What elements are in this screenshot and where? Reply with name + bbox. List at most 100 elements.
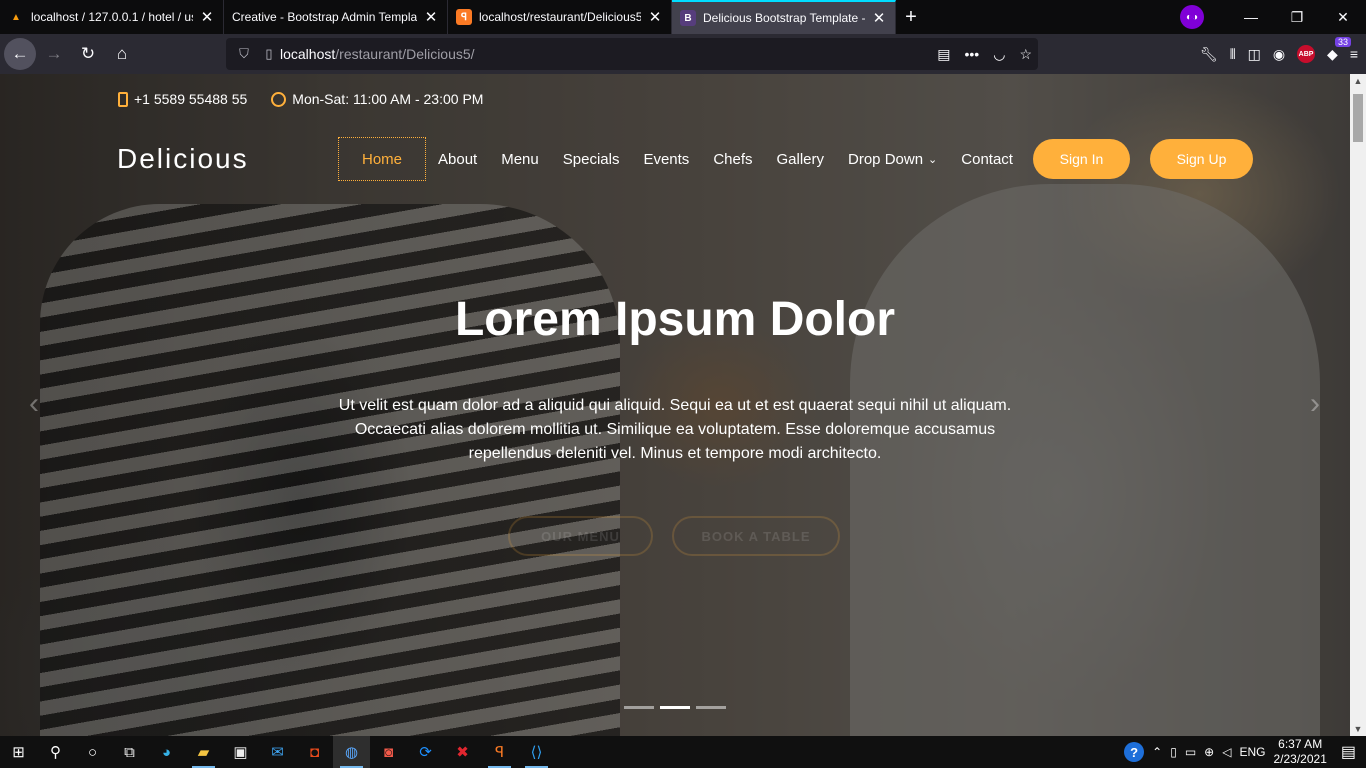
chevron-up-icon[interactable]: ⌃ xyxy=(1152,745,1162,759)
close-tab-icon[interactable]: ✕ xyxy=(199,8,215,26)
chevron-down-icon: ⌄ xyxy=(928,153,938,166)
clock-icon xyxy=(271,91,287,107)
extension-icon[interactable]: ◆ 33 xyxy=(1327,36,1352,63)
contact-topbar: +1 5589 55488 55 Mon-Sat: 11:00 AM - 23:… xyxy=(118,91,483,107)
battery-icon[interactable]: ▭ xyxy=(1185,745,1196,759)
account-icon[interactable]: ◉ xyxy=(1273,46,1285,63)
nav-dropdown-label: Drop Down xyxy=(848,150,924,168)
windows-taskbar: ⊞ ⚲ ○ ⧉ ◕ ▰ ▣ ✉ ◘ ◍ ◙ ⟳ ✖ ꟼ ⟨⟩ ? ⌃ ▯ ▭ ⊕… xyxy=(0,736,1366,768)
notifications-icon[interactable]: ▤ xyxy=(1341,742,1356,762)
minimize-button[interactable]: — xyxy=(1228,0,1274,34)
close-window-button[interactable]: ✕ xyxy=(1320,0,1366,34)
hero-text: Ut velit est quam dolor ad a aliquid qui… xyxy=(338,397,1012,462)
hero-title: Lorem Ipsum Dolor xyxy=(454,293,896,346)
store-icon[interactable]: ▣ xyxy=(222,736,259,768)
browser-tab-xampp[interactable]: ꟼ localhost/restaurant/Delicious5 ✕ xyxy=(448,0,672,34)
phone-link-icon[interactable]: ▯ xyxy=(1170,745,1177,759)
url-bar[interactable]: ⛉ ▯ localhost/restaurant/Delicious5/ ▤ •… xyxy=(226,38,1038,70)
carousel-prev-icon[interactable]: ‹ xyxy=(14,384,54,424)
menu-hamburger-icon[interactable]: ≡ xyxy=(1350,46,1358,62)
carousel-indicators xyxy=(624,706,726,709)
private-mask-icon: ◐◑ xyxy=(1180,5,1204,29)
carousel-indicator[interactable] xyxy=(696,706,726,709)
window-controls: ◐◑ — ❐ ✕ xyxy=(1180,0,1366,34)
nav-dropdown[interactable]: Drop Down ⌄ xyxy=(836,137,949,181)
adblock-plus-icon[interactable]: ABP xyxy=(1297,45,1316,63)
task-view-icon[interactable]: ⧉ xyxy=(111,736,148,768)
close-tab-icon[interactable]: ✕ xyxy=(647,8,663,26)
sign-in-button[interactable]: Sign In xyxy=(1032,139,1130,179)
mail-icon[interactable]: ✉ xyxy=(259,736,296,768)
restore-button[interactable]: ❐ xyxy=(1274,0,1320,34)
tracking-protection-icon[interactable]: ⛉ xyxy=(230,46,258,62)
sidebar-icon[interactable]: ◫ xyxy=(1248,46,1261,63)
url-host: localhost xyxy=(280,46,336,62)
sync-icon[interactable]: ⟳ xyxy=(407,736,444,768)
close-tab-icon[interactable]: ✕ xyxy=(423,8,439,26)
nav-events[interactable]: Events xyxy=(631,137,701,181)
edge-icon[interactable]: ◕ xyxy=(148,736,185,768)
nav-contact[interactable]: Contact xyxy=(949,137,1025,181)
bookmark-star-icon[interactable]: ☆ xyxy=(1019,46,1032,63)
clock-time: 6:37 AM xyxy=(1278,737,1323,751)
opening-hours: Mon-Sat: 11:00 AM - 23:00 PM xyxy=(292,91,484,107)
file-explorer-icon[interactable]: ▰ xyxy=(185,736,222,768)
vscode-icon[interactable]: ⟨⟩ xyxy=(518,736,555,768)
nav-about[interactable]: About xyxy=(426,137,489,181)
office-icon[interactable]: ◘ xyxy=(296,736,333,768)
browser-tab-creative[interactable]: Creative - Bootstrap Admin Templa ✕ xyxy=(224,0,448,34)
reader-view-icon[interactable]: ▤ xyxy=(937,46,950,63)
firefox-icon[interactable]: ◍ xyxy=(333,736,370,768)
browser-tab-phpmyadmin[interactable]: ▲ localhost / 127.0.0.1 / hotel / us ✕ xyxy=(0,0,224,34)
language-indicator[interactable]: ENG xyxy=(1239,745,1265,759)
reload-button[interactable]: ↻ xyxy=(72,38,104,70)
carousel-indicator[interactable] xyxy=(660,706,690,709)
home-button[interactable]: ⌂ xyxy=(106,38,138,70)
xampp-icon[interactable]: ꟼ xyxy=(481,736,518,768)
scroll-down-icon[interactable]: ▼ xyxy=(1350,724,1366,734)
recorder-icon[interactable]: ◙ xyxy=(370,736,407,768)
page-actions-icon[interactable]: ••• xyxy=(965,46,980,62)
close-tab-icon[interactable]: ✕ xyxy=(871,9,887,27)
book-table-button[interactable]: BOOK A TABLE xyxy=(672,516,840,556)
xmind-icon[interactable]: ✖ xyxy=(444,736,481,768)
nav-gallery[interactable]: Gallery xyxy=(765,137,837,181)
nav-specials[interactable]: Specials xyxy=(551,137,632,181)
search-icon[interactable]: ⚲ xyxy=(37,736,74,768)
nav-menu[interactable]: Menu xyxy=(489,137,551,181)
phpmyadmin-icon: ▲ xyxy=(11,11,21,23)
cortana-icon[interactable]: ○ xyxy=(74,736,111,768)
network-icon[interactable]: ⊕ xyxy=(1204,745,1214,759)
site-logo[interactable]: Delicious xyxy=(117,143,249,175)
forward-button[interactable]: → xyxy=(38,38,70,70)
clock[interactable]: 6:37 AM 2/23/2021 xyxy=(1273,737,1326,767)
webpage-hero: +1 5589 55488 55 Mon-Sat: 11:00 AM - 23:… xyxy=(0,74,1350,736)
volume-icon[interactable]: ◁ xyxy=(1222,745,1231,759)
tab-title: Creative - Bootstrap Admin Templa xyxy=(232,10,417,24)
xampp-icon: ꟼ xyxy=(456,9,472,25)
browser-tab-delicious[interactable]: B Delicious Bootstrap Template - ✕ xyxy=(672,0,896,34)
sign-up-button[interactable]: Sign Up xyxy=(1149,139,1253,179)
system-tray: ? ⌃ ▯ ▭ ⊕ ◁ ENG 6:37 AM 2/23/2021 ▤ xyxy=(1124,736,1366,768)
our-menu-button[interactable]: OUR MENU xyxy=(508,516,653,556)
nav-home[interactable]: Home xyxy=(338,137,427,181)
pocket-icon[interactable]: ◡ xyxy=(993,46,1005,63)
page-info-icon[interactable]: ▯ xyxy=(258,46,280,62)
carousel-next-icon[interactable]: › xyxy=(1295,384,1335,424)
nav-chefs[interactable]: Chefs xyxy=(701,137,764,181)
tab-title: localhost / 127.0.0.1 / hotel / us xyxy=(31,10,193,24)
carousel-indicator[interactable] xyxy=(624,706,654,709)
scroll-up-icon[interactable]: ▲ xyxy=(1350,76,1366,86)
library-icon[interactable]: ⫴ xyxy=(1230,46,1236,63)
navigation-toolbar: ← → ↻ ⌂ ⛉ ▯ localhost/restaurant/Delicio… xyxy=(0,34,1366,74)
developer-wrench-icon[interactable]: 🔧︎ xyxy=(1200,46,1218,63)
back-button[interactable]: ← xyxy=(4,38,36,70)
main-nav: Home About Menu Specials Events Chefs Ga… xyxy=(338,137,1253,181)
windows-start-icon[interactable]: ⊞ xyxy=(0,736,37,768)
scrollbar-thumb[interactable] xyxy=(1353,94,1363,142)
new-tab-button[interactable]: + xyxy=(896,0,926,34)
page-scrollbar[interactable]: ▲ ▼ xyxy=(1350,74,1366,736)
phone-icon xyxy=(118,91,128,107)
phone-number: +1 5589 55488 55 xyxy=(134,91,248,107)
help-icon[interactable]: ? xyxy=(1124,742,1145,762)
